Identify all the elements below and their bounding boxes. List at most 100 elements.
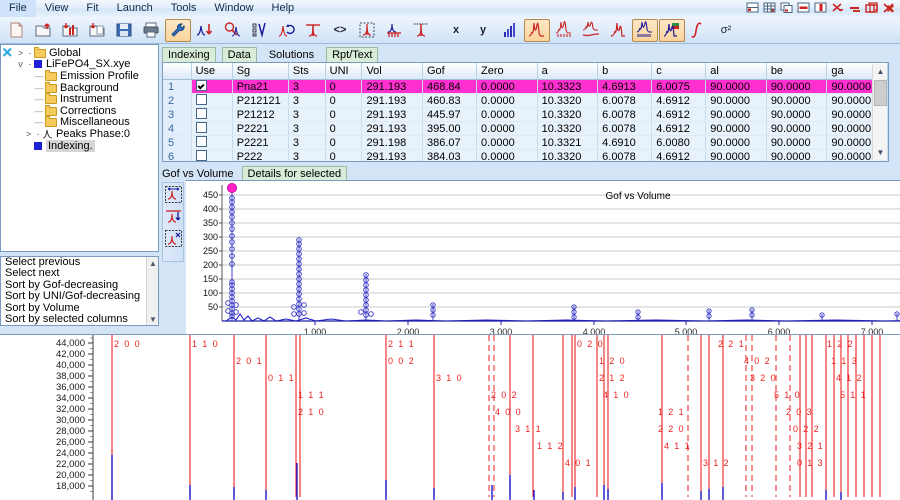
- peak-down-icon[interactable]: [192, 19, 218, 42]
- command-list-scrollbar[interactable]: ▲ ▼: [146, 257, 158, 325]
- sigma-squared-icon[interactable]: σ²: [713, 19, 739, 42]
- peak-search-icon[interactable]: [219, 19, 245, 42]
- split-horizontal-icon[interactable]: [796, 1, 811, 15]
- list-item[interactable]: Sort by selected columns: [1, 314, 158, 325]
- selected-solution-marker[interactable]: [227, 183, 236, 192]
- cell-use[interactable]: [191, 80, 232, 94]
- col-sg[interactable]: Sg: [232, 63, 288, 80]
- scroll-down-icon[interactable]: ▼: [873, 145, 888, 160]
- tree-node-miscellaneous[interactable]: — Miscellaneous: [15, 117, 158, 129]
- code-icon[interactable]: <>: [327, 19, 353, 42]
- hkl-ticks-icon[interactable]: [632, 19, 658, 42]
- pattern-red-icon[interactable]: [524, 19, 550, 42]
- bar-chart-icon[interactable]: [497, 19, 523, 42]
- open-file-icon[interactable]: [30, 19, 56, 42]
- close-all-icon[interactable]: [830, 1, 845, 15]
- import-data-icon[interactable]: [57, 19, 83, 42]
- x-axis-icon[interactable]: x: [443, 19, 469, 42]
- new-file-icon[interactable]: [3, 19, 29, 42]
- cell-use[interactable]: [191, 108, 232, 122]
- peak-delete-icon[interactable]: [164, 229, 183, 248]
- cell-use[interactable]: [191, 122, 232, 136]
- cell-use[interactable]: [191, 150, 232, 163]
- table-row[interactable]: 6 P222 3 0 291.193 384.03 0.0000 10.3320…: [163, 150, 888, 163]
- split-vertical-icon[interactable]: [813, 1, 828, 15]
- table-row[interactable]: 1 Pna21 3 0 291.193 468.84 0.0000 10.332…: [163, 80, 888, 94]
- y-axis-icon[interactable]: y: [470, 19, 496, 42]
- use-checkbox[interactable]: [196, 150, 207, 161]
- scroll-down-icon[interactable]: ▼: [147, 313, 159, 325]
- expander-icon[interactable]: >: [23, 129, 34, 139]
- tile-grid-icon[interactable]: [762, 1, 777, 15]
- chart-tab-label[interactable]: Gof vs Volume: [162, 168, 234, 180]
- minimize-child-icon[interactable]: [847, 1, 862, 15]
- use-checkbox[interactable]: [196, 108, 207, 119]
- expander-icon[interactable]: v: [15, 59, 26, 69]
- use-checkbox[interactable]: [196, 80, 207, 91]
- col-b[interactable]: b: [598, 63, 652, 80]
- use-checkbox[interactable]: [196, 94, 207, 105]
- range-peak-icon[interactable]: [354, 19, 380, 42]
- cascade-icon[interactable]: [779, 1, 794, 15]
- menu-item-help[interactable]: Help: [263, 0, 304, 17]
- expander-icon[interactable]: >: [15, 48, 26, 58]
- difference-curve-icon[interactable]: [578, 19, 604, 42]
- table-row[interactable]: 3 P21212 3 0 291.193 445.97 0.0000 10.33…: [163, 108, 888, 122]
- col-use[interactable]: Use: [191, 63, 232, 80]
- restore-child-icon[interactable]: [864, 1, 879, 15]
- menu-item-fit[interactable]: Fit: [77, 0, 107, 17]
- tab-rpt-text[interactable]: Rpt/Text: [326, 47, 378, 63]
- table-row[interactable]: 4 P2221 3 0 291.193 395.00 0.0000 10.332…: [163, 122, 888, 136]
- single-peak-icon[interactable]: [300, 19, 326, 42]
- col-rownum[interactable]: [163, 63, 191, 80]
- dotted-peak-icon[interactable]: [408, 19, 434, 42]
- use-checkbox[interactable]: [196, 122, 207, 133]
- calc-pattern-icon[interactable]: [605, 19, 631, 42]
- cell-use[interactable]: [191, 136, 232, 150]
- tree-node-peaks-phase[interactable]: > - Peaks Phase:0: [15, 128, 158, 140]
- col-sts[interactable]: Sts: [288, 63, 325, 80]
- list-item[interactable]: Sort by UNI/Gof-decreasing: [1, 291, 158, 302]
- table-row[interactable]: 5 P2221 3 0 291.198 386.07 0.0000 10.332…: [163, 136, 888, 150]
- peak-insert-icon[interactable]: [164, 207, 183, 226]
- tab-data[interactable]: Data: [222, 47, 257, 63]
- menu-item-window[interactable]: Window: [205, 0, 262, 17]
- tree-node-background[interactable]: — Background: [15, 82, 158, 94]
- scroll-up-icon[interactable]: ▲: [873, 64, 888, 79]
- checklist-icon[interactable]: [246, 19, 272, 42]
- menu-item-view[interactable]: View: [36, 0, 78, 17]
- col-vol[interactable]: Vol: [362, 63, 423, 80]
- close-tree-icon[interactable]: [2, 47, 13, 58]
- use-checkbox[interactable]: [196, 136, 207, 147]
- menu-item-launch[interactable]: Launch: [108, 0, 162, 17]
- diffraction-pattern-panel[interactable]: 44,000 42,000 40,000 38,000 36,000 34,00…: [0, 334, 900, 500]
- col-a[interactable]: a: [537, 63, 598, 80]
- save-icon[interactable]: [111, 19, 137, 42]
- cell-use[interactable]: [191, 94, 232, 108]
- tree-node-corrections[interactable]: — Corrections: [15, 105, 158, 117]
- close-child-icon[interactable]: [881, 1, 896, 15]
- scroll-up-icon[interactable]: ▲: [147, 257, 159, 269]
- integral-icon[interactable]: [686, 19, 712, 42]
- col-beta[interactable]: be: [766, 63, 827, 80]
- tab-indexing[interactable]: Indexing: [162, 47, 216, 63]
- menu-item-file[interactable]: File: [0, 0, 36, 17]
- tree-node-global[interactable]: > - Global: [15, 47, 158, 59]
- col-zero[interactable]: Zero: [477, 63, 538, 80]
- import-file-icon[interactable]: [84, 19, 110, 42]
- wrench-icon[interactable]: [165, 19, 191, 42]
- menu-item-tools[interactable]: Tools: [162, 0, 206, 17]
- col-c[interactable]: c: [652, 63, 706, 80]
- table-row[interactable]: 2 P212121 3 0 291.193 460.83 0.0000 10.3…: [163, 94, 888, 108]
- print-icon[interactable]: [138, 19, 164, 42]
- tree-node-emission-profile[interactable]: — Emission Profile: [15, 70, 158, 82]
- col-alpha[interactable]: al: [706, 63, 767, 80]
- zoom-region-icon[interactable]: [164, 185, 183, 204]
- tab-solutions[interactable]: Solutions: [263, 47, 320, 63]
- col-uni[interactable]: UNI: [325, 63, 362, 80]
- refine-icon[interactable]: [273, 19, 299, 42]
- scrollbar-thumb[interactable]: [874, 80, 887, 106]
- tree-node-instrument[interactable]: — Instrument: [15, 93, 158, 105]
- table-scrollbar[interactable]: ▲ ▼: [872, 64, 887, 160]
- tile-horizontal-icon[interactable]: [745, 1, 760, 15]
